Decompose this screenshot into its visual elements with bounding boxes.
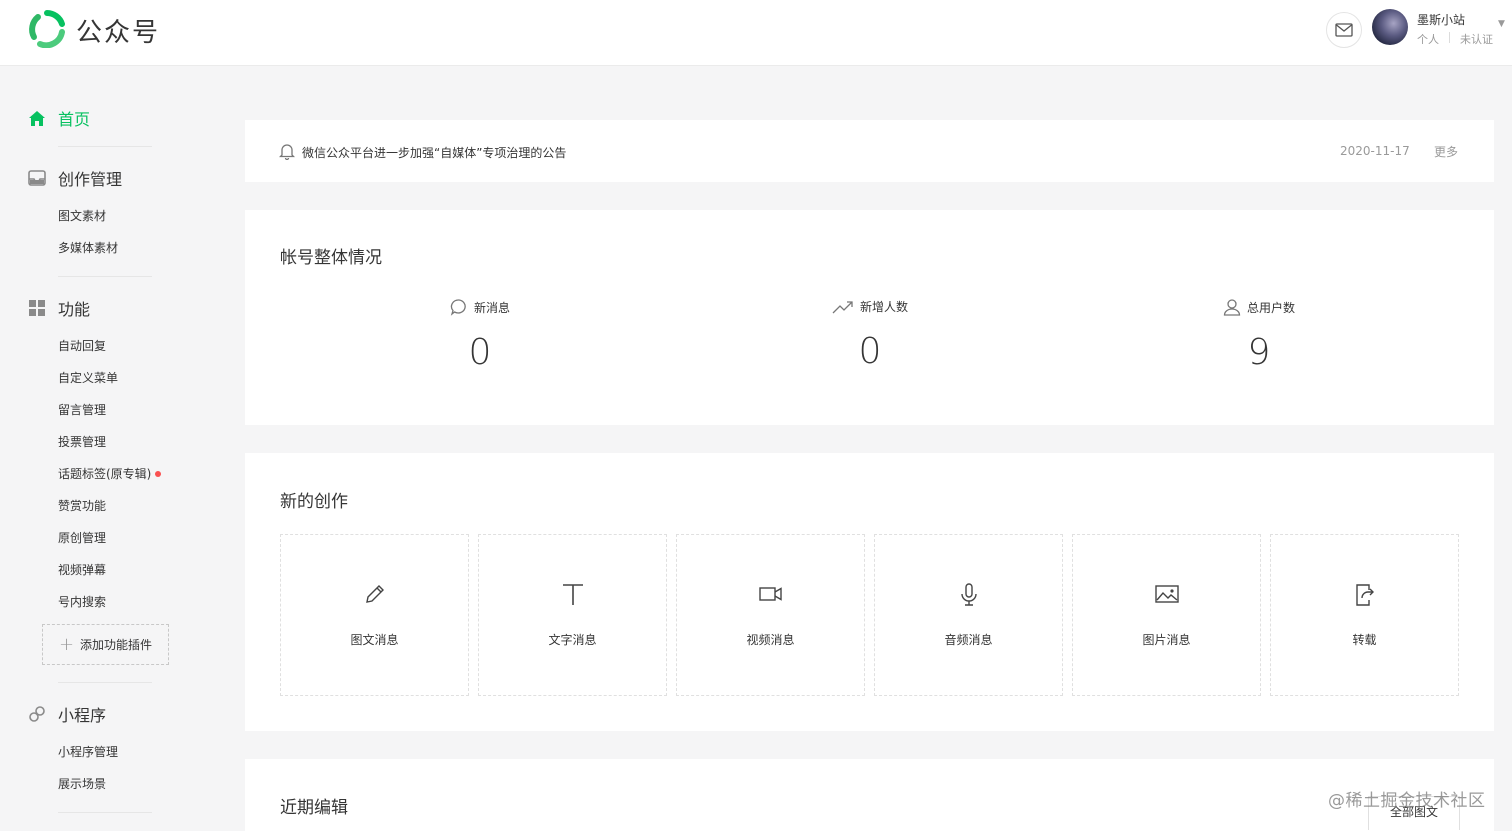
add-plugin-label: 添加功能插件	[80, 638, 153, 652]
video-icon	[758, 587, 782, 601]
stat-label: 总用户数	[1246, 300, 1295, 315]
sidebar-item-original[interactable]: 原创管理	[58, 529, 106, 546]
mail-icon	[1335, 23, 1353, 37]
sidebar-item-auto-reply[interactable]: 自动回复	[58, 337, 106, 354]
chevron-down-icon[interactable]: ▼	[1498, 19, 1505, 29]
tile-label: 文字消息	[548, 633, 597, 647]
wechat-official-logo[interactable]	[28, 10, 66, 48]
stat-value: 0	[858, 331, 882, 372]
plus-icon: +	[58, 633, 75, 655]
sidebar-section-miniprogram[interactable]: 小程序	[28, 702, 106, 726]
grid-icon	[29, 300, 45, 316]
recent-title: 近期编辑	[280, 798, 348, 818]
top-header: 公众号 墨斯小站 个人 未认证 ▼	[0, 0, 1512, 66]
sidebar-divider	[58, 682, 152, 683]
sidebar-home-label: 首页	[58, 110, 91, 129]
recent-edits-card: 近期编辑 全部图文	[245, 759, 1494, 831]
account-overview-card: 帐号整体情况 新消息 0 新增人数 0 总用户数 9	[245, 210, 1494, 425]
sidebar-item-reward[interactable]: 赞赏功能	[58, 497, 106, 514]
image-icon	[1154, 585, 1179, 603]
inbox-icon	[28, 170, 46, 186]
tile-label: 图片消息	[1142, 633, 1191, 647]
sidebar-item-article-material[interactable]: 图文素材	[58, 207, 106, 224]
create-text-button[interactable]: 文字消息	[478, 534, 667, 696]
sidebar-item-home[interactable]: 首页	[28, 106, 90, 130]
trend-up-icon	[832, 300, 853, 313]
sidebar-item-topic-tags[interactable]: 话题标签(原专辑)	[58, 465, 162, 482]
sidebar-item-media-material[interactable]: 多媒体素材	[58, 239, 118, 256]
create-video-button[interactable]: 视频消息	[676, 534, 865, 696]
stat-new-messages[interactable]: 新消息 0	[360, 298, 600, 373]
microphone-icon	[960, 583, 977, 606]
sidebar-creation-label: 创作管理	[58, 170, 123, 189]
mail-button[interactable]	[1326, 12, 1362, 48]
sidebar-item-scenes[interactable]: 展示场景	[58, 775, 106, 792]
tile-label: 音频消息	[944, 633, 993, 647]
bell-icon	[279, 144, 295, 160]
sidebar-section-creation[interactable]: 创作管理	[28, 166, 122, 190]
new-creation-card: 新的创作 图文消息 文字消息 视频消息 音频消息 图片消息 转载	[245, 453, 1494, 731]
stat-label: 新增人数	[859, 300, 908, 314]
repost-icon	[1355, 584, 1374, 606]
sidebar-features-label: 功能	[58, 300, 91, 319]
sidebar-item-miniprogram-manage[interactable]: 小程序管理	[58, 743, 118, 760]
message-icon	[450, 299, 466, 316]
verification-status: 未认证	[1460, 33, 1493, 46]
sidebar-divider	[58, 812, 152, 813]
stat-label: 新消息	[473, 300, 510, 315]
sidebar-item-topic-tags-label: 话题标签(原专辑)	[58, 467, 152, 481]
brand-title: 公众号	[76, 18, 161, 48]
tile-label: 视频消息	[746, 633, 795, 647]
sidebar-section-features[interactable]: 功能	[28, 296, 90, 320]
create-title: 新的创作	[280, 492, 348, 512]
notice-link[interactable]: 微信公众平台进一步加强“自媒体”专项治理的公告	[302, 144, 566, 161]
sidebar-item-search[interactable]: 号内搜索	[58, 593, 106, 610]
stat-new-followers[interactable]: 新增人数 0	[750, 298, 990, 372]
link-icon	[29, 706, 45, 722]
tile-label: 图文消息	[350, 633, 399, 647]
account-name[interactable]: 墨斯小站	[1417, 11, 1465, 28]
create-audio-button[interactable]: 音频消息	[874, 534, 1063, 696]
stat-value: 0	[468, 332, 492, 373]
sidebar: 首页 创作管理 图文素材 多媒体素材 功能 自动回复 自定义菜单 留言管理 投票…	[0, 66, 230, 831]
create-image-button[interactable]: 图片消息	[1072, 534, 1261, 696]
sidebar-divider	[58, 146, 152, 147]
sidebar-item-custom-menu[interactable]: 自定义菜单	[58, 369, 118, 386]
add-plugin-button[interactable]: + 添加功能插件	[42, 624, 169, 665]
sidebar-divider	[58, 276, 152, 277]
text-icon	[562, 584, 583, 605]
stat-total-users[interactable]: 总用户数 9	[1139, 298, 1379, 373]
create-article-button[interactable]: 图文消息	[280, 534, 469, 696]
sidebar-item-votes[interactable]: 投票管理	[58, 433, 106, 450]
account-divider	[1449, 32, 1450, 43]
account-type: 个人	[1417, 33, 1439, 46]
avatar[interactable]	[1372, 9, 1408, 45]
sidebar-item-comments[interactable]: 留言管理	[58, 401, 106, 418]
sidebar-item-video-danmaku[interactable]: 视频弹幕	[58, 561, 106, 578]
pencil-icon	[365, 585, 384, 603]
sidebar-miniprogram-label: 小程序	[58, 706, 107, 725]
watermark-text: @稀土掘金技术社区	[1328, 791, 1486, 811]
new-badge-dot	[155, 471, 162, 477]
overview-title: 帐号整体情况	[280, 248, 382, 268]
user-icon	[1223, 299, 1241, 316]
notice-more-link[interactable]: 更多	[1434, 143, 1458, 160]
notice-date: 2020-11-17	[1340, 144, 1410, 158]
home-icon	[29, 110, 45, 126]
create-repost-button[interactable]: 转载	[1270, 534, 1459, 696]
stat-value: 9	[1247, 332, 1271, 373]
notice-bar: 微信公众平台进一步加强“自媒体”专项治理的公告 2020-11-17 更多	[245, 120, 1494, 182]
tile-label: 转载	[1352, 633, 1377, 647]
